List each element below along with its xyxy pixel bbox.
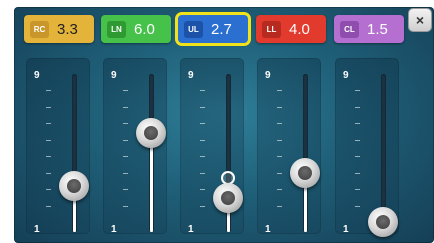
rc-code-label: RC [30,20,49,38]
scale-tick [123,172,128,174]
scale-tick [277,156,282,157]
scale-tick [123,156,128,157]
cl-code-label: CL [340,20,359,38]
scale-tick [200,139,205,141]
scale-tick [355,139,360,141]
scale-tick [46,172,51,174]
scale-tick [277,172,282,174]
scale-tick [277,205,282,207]
ln-value: 6.0 [134,20,155,38]
scale-tick [123,106,128,108]
scale-tick [46,139,51,141]
ll-value: 4.0 [289,20,310,38]
scale-tick [200,205,205,207]
cl-slider-knob[interactable] [368,206,398,237]
scale-tick [200,189,205,190]
scale-tick [46,106,51,108]
scale-min-label: 1 [111,224,117,235]
scale-tick [46,123,51,124]
scale-max-label: 9 [111,70,117,81]
scale-tick [200,172,205,174]
scale-min-label: 1 [265,224,271,235]
scale-tick [355,172,360,174]
scale-min-label: 1 [343,224,349,235]
ln-slider-knob[interactable] [136,118,166,149]
scale-tick [277,139,282,141]
scale-tick [123,205,128,207]
scale-max-label: 9 [188,70,194,81]
ln-code-label: LN [107,20,126,38]
scale-min-label: 1 [188,224,194,235]
scale-tick [355,156,360,157]
ln-slider-column: 9 1 [103,58,167,235]
rc-value-badge[interactable]: RC 3.3 [24,15,94,43]
scale-tick [355,189,360,190]
ul-slider-column: 9 1 [180,58,244,235]
scale-tick [277,106,282,108]
ll-slider-knob[interactable] [290,157,320,188]
rc-value: 3.3 [57,20,78,38]
scale-tick [200,156,205,157]
scale-tick [123,123,128,124]
ul-value-badge[interactable]: UL 2.7 [178,15,248,43]
ll-slider-column: 9 1 [257,58,321,235]
scale-tick [355,205,360,207]
scale-tick [200,90,205,91]
ll-code-label: LL [262,20,281,38]
scale-tick [200,123,205,124]
scale-max-label: 9 [34,70,40,81]
ul-code-label: UL [184,20,203,38]
scale-tick [46,156,51,157]
scale-max-label: 9 [343,70,349,81]
scale-tick [46,205,51,207]
scale-tick [355,123,360,124]
ln-slider-fill [150,133,153,232]
scale-tick [123,189,128,190]
scale-tick [46,189,51,190]
close-icon: × [415,12,425,28]
cl-slider-column: 9 1 [335,58,399,237]
scale-tick [355,106,360,108]
ll-value-badge[interactable]: LL 4.0 [256,15,326,43]
scale-tick [277,123,282,124]
cl-value: 1.5 [367,20,388,38]
cl-value-badge[interactable]: CL 1.5 [334,15,404,43]
ul-slider-knob[interactable] [213,183,243,214]
scale-tick [123,139,128,141]
rc-slider-knob[interactable] [59,171,89,202]
scale-tick [200,106,205,108]
close-button[interactable]: × [409,9,431,31]
scale-max-label: 9 [265,70,271,81]
scale-tick [123,90,128,91]
scale-tick [355,90,360,91]
scale-tick [277,90,282,91]
scale-tick [46,90,51,91]
ul-value: 2.7 [211,20,232,38]
ln-value-badge[interactable]: LN 6.0 [101,15,171,43]
scale-min-label: 1 [34,224,40,235]
rc-slider-column: 9 1 [26,58,90,235]
scale-tick [277,189,282,190]
